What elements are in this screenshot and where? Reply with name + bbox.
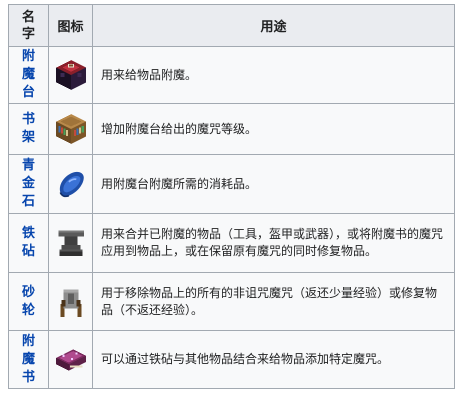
enchanting-items-table: 名字 图标 用途 附魔台 用来给物品附魔。 书架 增加附魔台给出的魔咒等级。 青…	[8, 4, 455, 389]
item-link-lapis-lazuli[interactable]: 青金石	[22, 157, 36, 211]
item-link-anvil[interactable]: 铁砧	[22, 225, 36, 261]
name-cell: 铁砧	[8, 213, 49, 273]
item-link-enchanted-book[interactable]: 附魔书	[22, 333, 36, 387]
icon-cell	[48, 272, 93, 331]
table-header-row: 名字 图标 用途	[8, 4, 455, 47]
use-cell: 增加附魔台给出的魔咒等级。	[92, 103, 455, 155]
table-row: 附魔台 用来给物品附魔。	[8, 46, 455, 104]
item-link-bookshelf[interactable]: 书架	[22, 111, 36, 147]
header-icon: 图标	[48, 4, 93, 47]
lapis-lazuli-icon[interactable]	[54, 167, 88, 201]
anvil-icon[interactable]	[54, 226, 88, 260]
table-row: 铁砧 用来合并已附魔的物品（工具，盔甲或武器），或将附魔书的魔咒应用到物品上，或…	[8, 213, 455, 273]
page: 名字 图标 用途 附魔台 用来给物品附魔。 书架 增加附魔台给出的魔咒等级。 青…	[0, 0, 460, 400]
name-cell: 附魔书	[8, 330, 49, 389]
item-link-grindstone[interactable]: 砂轮	[22, 284, 36, 320]
table-row: 书架 增加附魔台给出的魔咒等级。	[8, 103, 455, 155]
table-row: 青金石 用附魔台附魔所需的消耗品。	[8, 154, 455, 214]
icon-cell	[48, 213, 93, 273]
table-row: 附魔书 可以通过铁砧与其他物品结合来给物品添加特定魔咒。	[8, 330, 455, 389]
enchanting-table-icon[interactable]	[54, 58, 88, 92]
item-link-enchanting-table[interactable]: 附魔台	[22, 48, 36, 102]
table-row: 砂轮 用于移除物品上的所有的非诅咒魔咒（返还少量经验）或修复物品（不返还经验）。	[8, 272, 455, 331]
enchanted-book-icon[interactable]	[54, 343, 88, 377]
name-cell: 书架	[8, 103, 49, 155]
use-cell: 用来给物品附魔。	[92, 46, 455, 104]
bookshelf-icon[interactable]	[54, 112, 88, 146]
name-cell: 青金石	[8, 154, 49, 214]
grindstone-icon[interactable]	[54, 285, 88, 319]
use-cell: 用于移除物品上的所有的非诅咒魔咒（返还少量经验）或修复物品（不返还经验）。	[92, 272, 455, 331]
use-cell: 用来合并已附魔的物品（工具，盔甲或武器），或将附魔书的魔咒应用到物品上，或在保留…	[92, 213, 455, 273]
icon-cell	[48, 46, 93, 104]
icon-cell	[48, 103, 93, 155]
name-cell: 砂轮	[8, 272, 49, 331]
icon-cell	[48, 154, 93, 214]
name-cell: 附魔台	[8, 46, 49, 104]
header-use: 用途	[92, 4, 455, 47]
use-cell: 用附魔台附魔所需的消耗品。	[92, 154, 455, 214]
header-name-label: 名字	[21, 9, 35, 42]
icon-cell	[48, 330, 93, 389]
header-name: 名字	[8, 4, 49, 47]
use-cell: 可以通过铁砧与其他物品结合来给物品添加特定魔咒。	[92, 330, 455, 389]
